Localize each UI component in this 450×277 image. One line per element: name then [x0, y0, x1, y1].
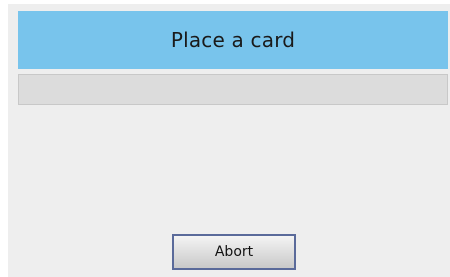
prompt-title: Place a card — [170, 28, 296, 52]
card-prompt-window: Place a card Abort — [8, 4, 450, 277]
abort-button[interactable]: Abort — [172, 234, 296, 270]
header-banner: Place a card — [18, 11, 448, 69]
status-bar — [18, 74, 448, 105]
